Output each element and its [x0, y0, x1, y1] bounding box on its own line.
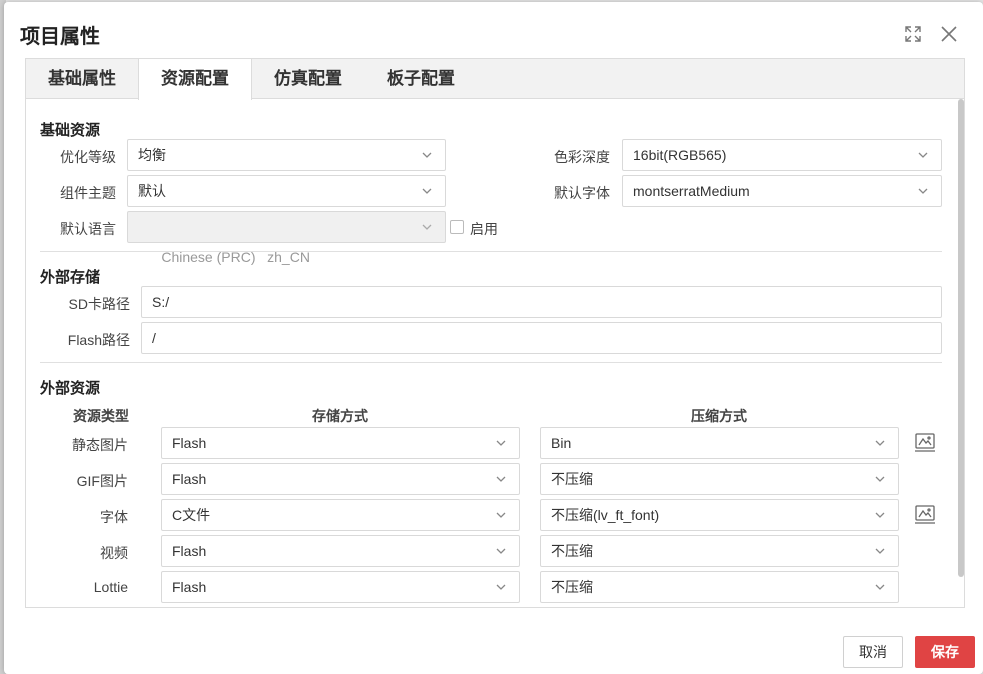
resource-type-label: 视频: [100, 545, 128, 561]
compression-method-select[interactable]: 不压缩: [540, 535, 899, 567]
tab-resource-config[interactable]: 资源配置: [138, 59, 252, 100]
chevron-down-icon: [875, 440, 885, 446]
compression-method-value: 不压缩(lv_ft_font): [551, 507, 660, 523]
compression-method-value: 不压缩: [551, 471, 593, 487]
column-compression-method: 压缩方式: [691, 408, 747, 424]
chevron-down-icon: [496, 440, 506, 446]
compression-method-select[interactable]: 不压缩: [540, 571, 899, 603]
chevron-down-icon: [496, 476, 506, 482]
tab-basic-properties[interactable]: 基础属性: [26, 59, 138, 99]
chevron-down-icon: [422, 224, 432, 230]
section-external-storage: 外部存储: [40, 269, 101, 286]
tab-bar: 基础属性 资源配置 仿真配置 板子配置: [26, 59, 964, 100]
chevron-down-icon: [918, 152, 928, 158]
tab-simulation-config[interactable]: 仿真配置: [252, 59, 364, 99]
enable-label: 启用: [470, 221, 498, 237]
dialog-title: 项目属性: [20, 26, 100, 48]
divider: [40, 251, 942, 252]
default-font-label: 默认字体: [554, 185, 610, 201]
component-theme-label: 组件主题: [60, 185, 116, 201]
compression-method-select[interactable]: 不压缩: [540, 463, 899, 495]
chevron-down-icon: [875, 584, 885, 590]
resource-type-label: 字体: [100, 509, 128, 525]
resource-type-label: GIF图片: [76, 473, 128, 489]
storage-method-select[interactable]: Flash: [161, 571, 520, 603]
default-language-label: 默认语言: [60, 221, 116, 237]
resource-type-label: Lottie: [93, 579, 128, 595]
divider: [40, 362, 942, 363]
font-settings-icon[interactable]: [914, 504, 936, 526]
chevron-down-icon: [875, 548, 885, 554]
default-language-select: Chinese (PRC) zh_CN: [127, 211, 446, 265]
optimization-level-select[interactable]: 均衡: [127, 139, 446, 171]
chevron-down-icon: [496, 512, 506, 518]
save-button[interactable]: 保存: [915, 636, 975, 668]
storage-method-value: Flash: [172, 543, 207, 559]
resource-type-label: 静态图片: [72, 437, 128, 453]
column-resource-type: 资源类型: [73, 408, 129, 424]
color-depth-label: 色彩深度: [554, 149, 610, 165]
chevron-down-icon: [875, 476, 885, 482]
storage-method-select[interactable]: Flash: [161, 463, 520, 495]
default-font-value: montserratMedium: [633, 183, 750, 199]
chevron-down-icon: [496, 584, 506, 590]
image-settings-icon[interactable]: [914, 432, 936, 454]
flash-path-label: Flash路径: [67, 332, 130, 348]
section-external-resources: 外部资源: [40, 380, 101, 397]
tab-board-config[interactable]: 板子配置: [364, 59, 478, 99]
chevron-down-icon: [422, 152, 432, 158]
cancel-button[interactable]: 取消: [843, 636, 903, 668]
compression-method-value: Bin: [551, 435, 572, 451]
storage-method-value: Flash: [172, 579, 207, 595]
sd-path-label: SD卡路径: [68, 296, 130, 312]
compression-method-value: 不压缩: [551, 543, 593, 559]
component-theme-value: 默认: [138, 183, 166, 199]
flash-path-input[interactable]: /: [141, 322, 942, 354]
enable-language-checkbox[interactable]: [450, 220, 464, 234]
close-icon[interactable]: [938, 23, 960, 45]
storage-method-select[interactable]: Flash: [161, 535, 520, 567]
compression-method-select[interactable]: 不压缩(lv_ft_font): [540, 499, 899, 531]
chevron-down-icon: [918, 188, 928, 194]
storage-method-value: Flash: [172, 471, 207, 487]
optimization-level-value: 均衡: [138, 147, 166, 163]
section-basic-resources: 基础资源: [40, 122, 101, 139]
storage-method-value: Flash: [172, 435, 207, 451]
column-storage-method: 存储方式: [312, 408, 368, 424]
maximize-icon[interactable]: [902, 23, 924, 45]
sd-path-input[interactable]: S:/: [141, 286, 942, 318]
chevron-down-icon: [496, 548, 506, 554]
chevron-down-icon: [422, 188, 432, 194]
storage-method-value: C文件: [172, 507, 211, 523]
component-theme-select[interactable]: 默认: [127, 175, 446, 207]
project-properties-dialog: 项目属性 基础属性 资源配置 仿真配置 板子配置 基础资源 优化等级 均衡 组件…: [4, 2, 983, 674]
color-depth-select[interactable]: 16bit(RGB565): [622, 139, 942, 171]
optimization-level-label: 优化等级: [60, 149, 116, 165]
compression-method-select[interactable]: Bin: [540, 427, 899, 459]
default-font-select[interactable]: montserratMedium: [622, 175, 942, 207]
color-depth-value: 16bit(RGB565): [633, 147, 727, 163]
storage-method-select[interactable]: Flash: [161, 427, 520, 459]
compression-method-value: 不压缩: [551, 579, 593, 595]
storage-method-select[interactable]: C文件: [161, 499, 520, 531]
scrollbar[interactable]: [958, 99, 964, 577]
chevron-down-icon: [875, 512, 885, 518]
settings-panel: 基础属性 资源配置 仿真配置 板子配置 基础资源 优化等级 均衡 组件主题 默认…: [25, 58, 965, 608]
